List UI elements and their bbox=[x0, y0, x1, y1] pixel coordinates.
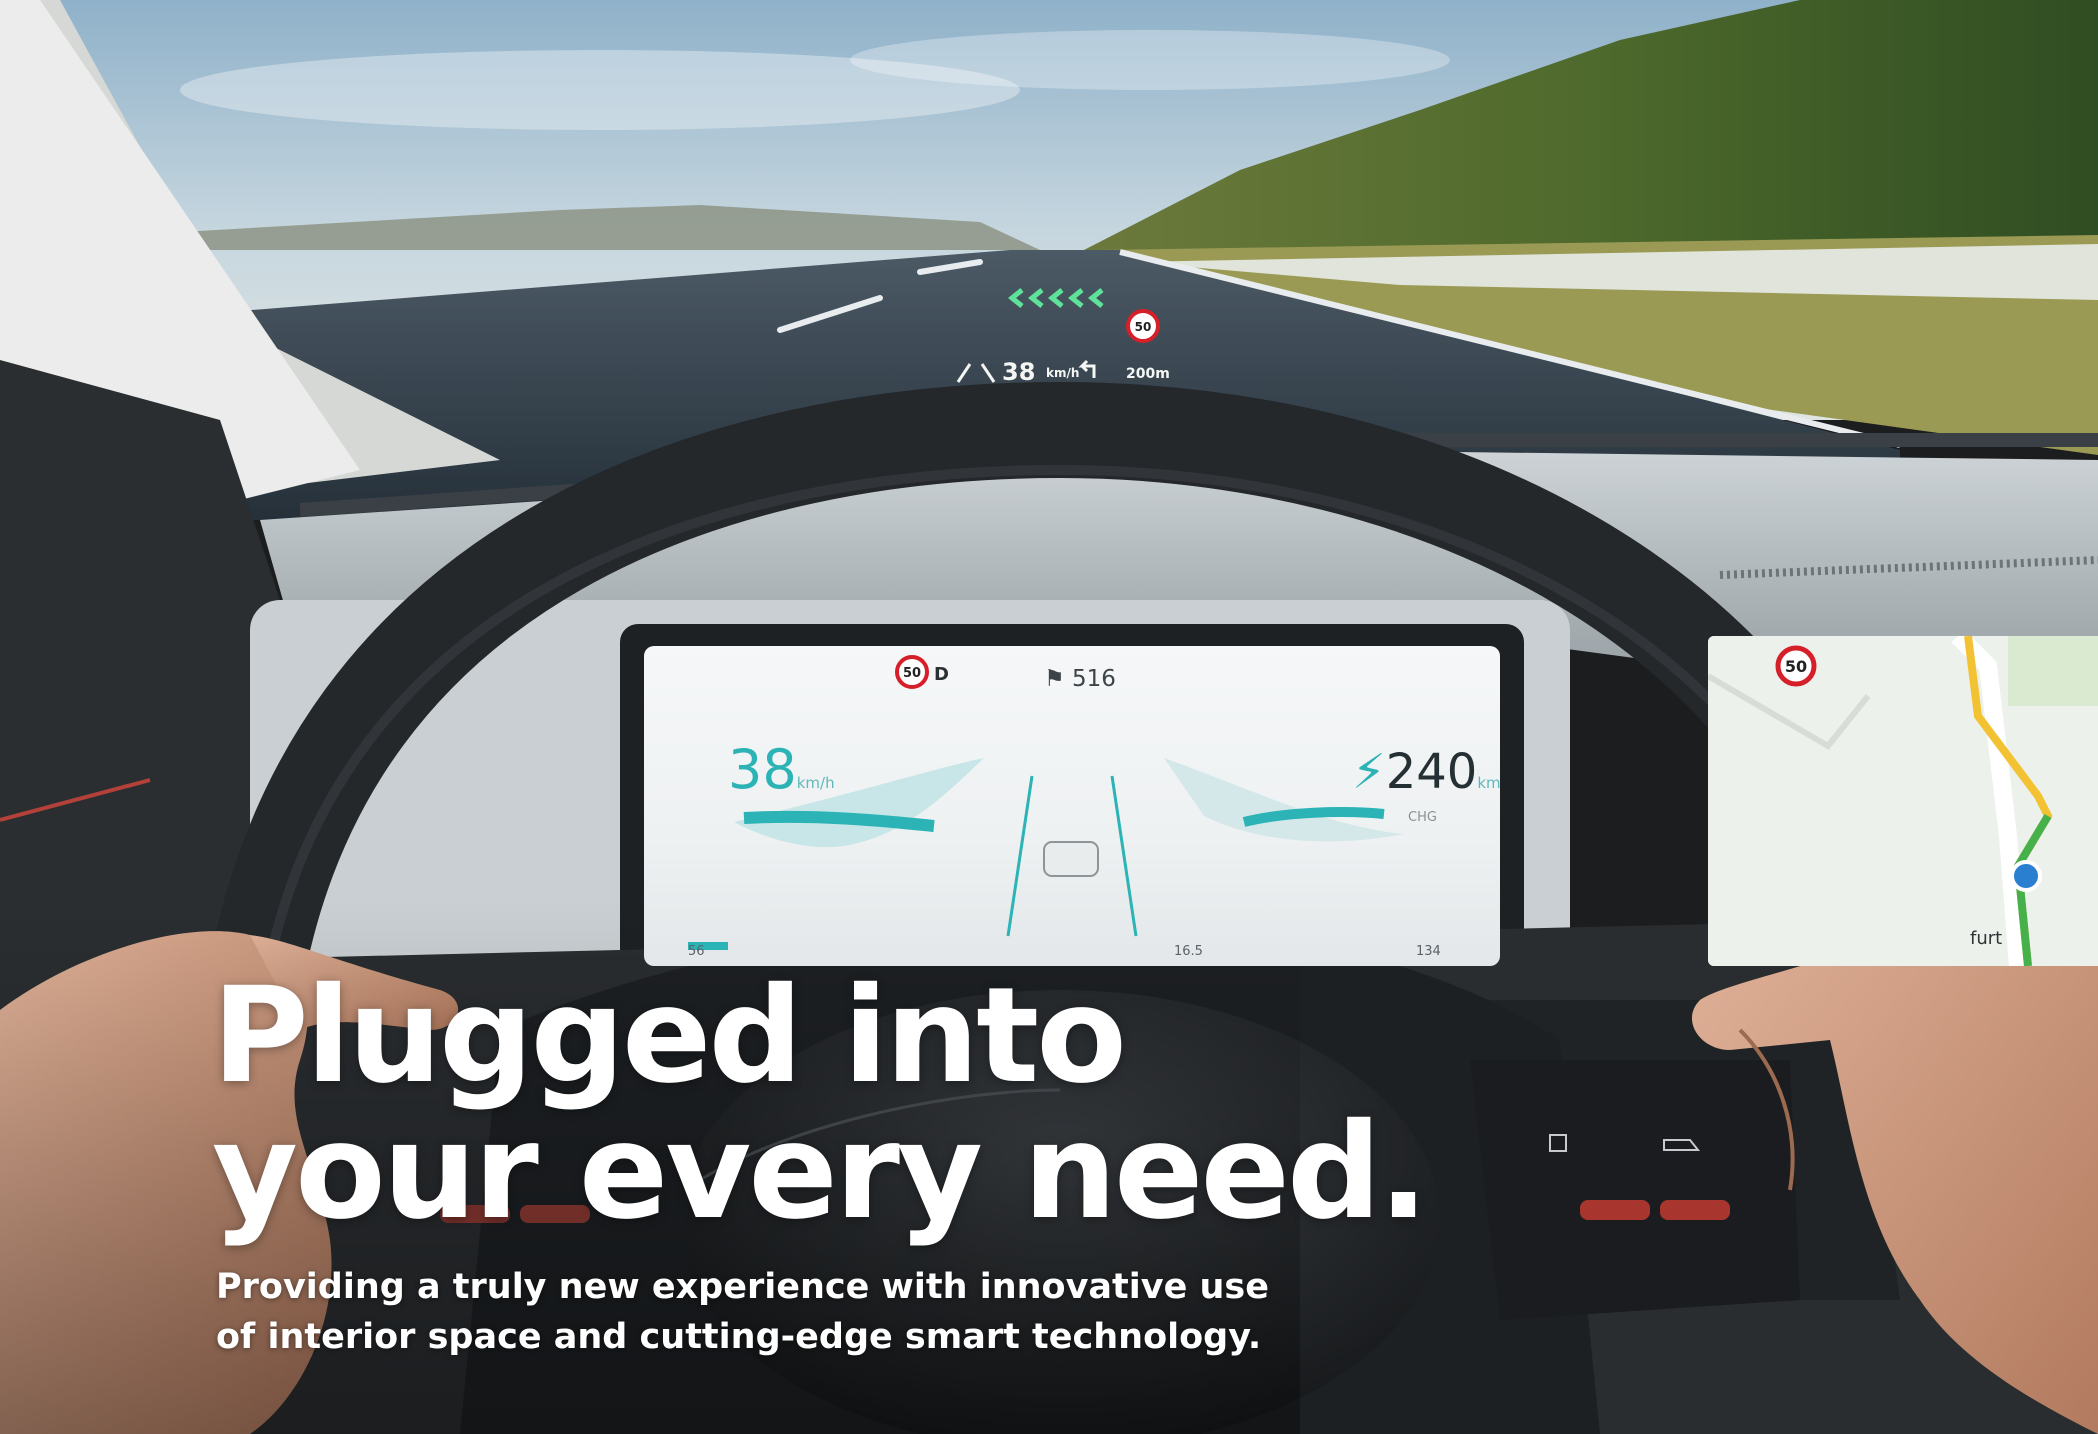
ego-car-icon bbox=[1043, 841, 1099, 877]
navigation-speed-limit-value: 50 bbox=[1785, 657, 1807, 676]
map-place-label: furt bbox=[1970, 928, 2003, 949]
cluster-speed-limit-value: 50 bbox=[903, 666, 921, 681]
location-icon bbox=[2010, 860, 2042, 892]
navigation-map: 50 bbox=[1708, 636, 2098, 966]
hud-speed-unit: km/h bbox=[1046, 366, 1080, 380]
cluster-range-value: 240 bbox=[1385, 744, 1478, 800]
hud-speed-limit-sign: 50 bbox=[1126, 309, 1160, 343]
cluster-range: ⚡240km bbox=[1352, 744, 1501, 800]
cluster-speed-unit: km/h bbox=[796, 774, 835, 792]
hud-speed: 38 bbox=[1002, 358, 1036, 386]
hud-speed-limit-value: 50 bbox=[1135, 320, 1152, 334]
navigation-screen: 50 furt bbox=[1708, 636, 2098, 966]
trip-distance-value: 516 bbox=[1071, 666, 1116, 692]
gear-indicator: D bbox=[934, 664, 949, 685]
hero-headline: Plugged into your every need. bbox=[212, 959, 1429, 1249]
cluster-speed-value: 38 bbox=[728, 738, 797, 801]
plug-icon: ⚡ bbox=[1352, 744, 1386, 800]
battery-percent: 56 bbox=[688, 944, 705, 959]
cluster-range-unit: km bbox=[1477, 774, 1501, 792]
trip-distance: ⚑ 516 bbox=[1044, 666, 1116, 692]
footer-distance: 134 bbox=[1416, 944, 1441, 959]
flag-icon: ⚑ bbox=[1044, 666, 1072, 692]
cluster-speed: 38km/h bbox=[728, 738, 835, 801]
instrument-cluster: 50 D ⚑ 516 38km/h ⚡240km CHG 56 16.5 134 bbox=[644, 646, 1501, 966]
footer-consumption: 16.5 bbox=[1174, 944, 1203, 959]
cluster-graphics: 50 bbox=[688, 655, 1404, 950]
charge-label: CHG bbox=[1408, 810, 1437, 825]
hero-subtext: Providing a truly new experience with in… bbox=[216, 1267, 1269, 1357]
hud-turn-distance: 200m bbox=[1126, 366, 1170, 382]
